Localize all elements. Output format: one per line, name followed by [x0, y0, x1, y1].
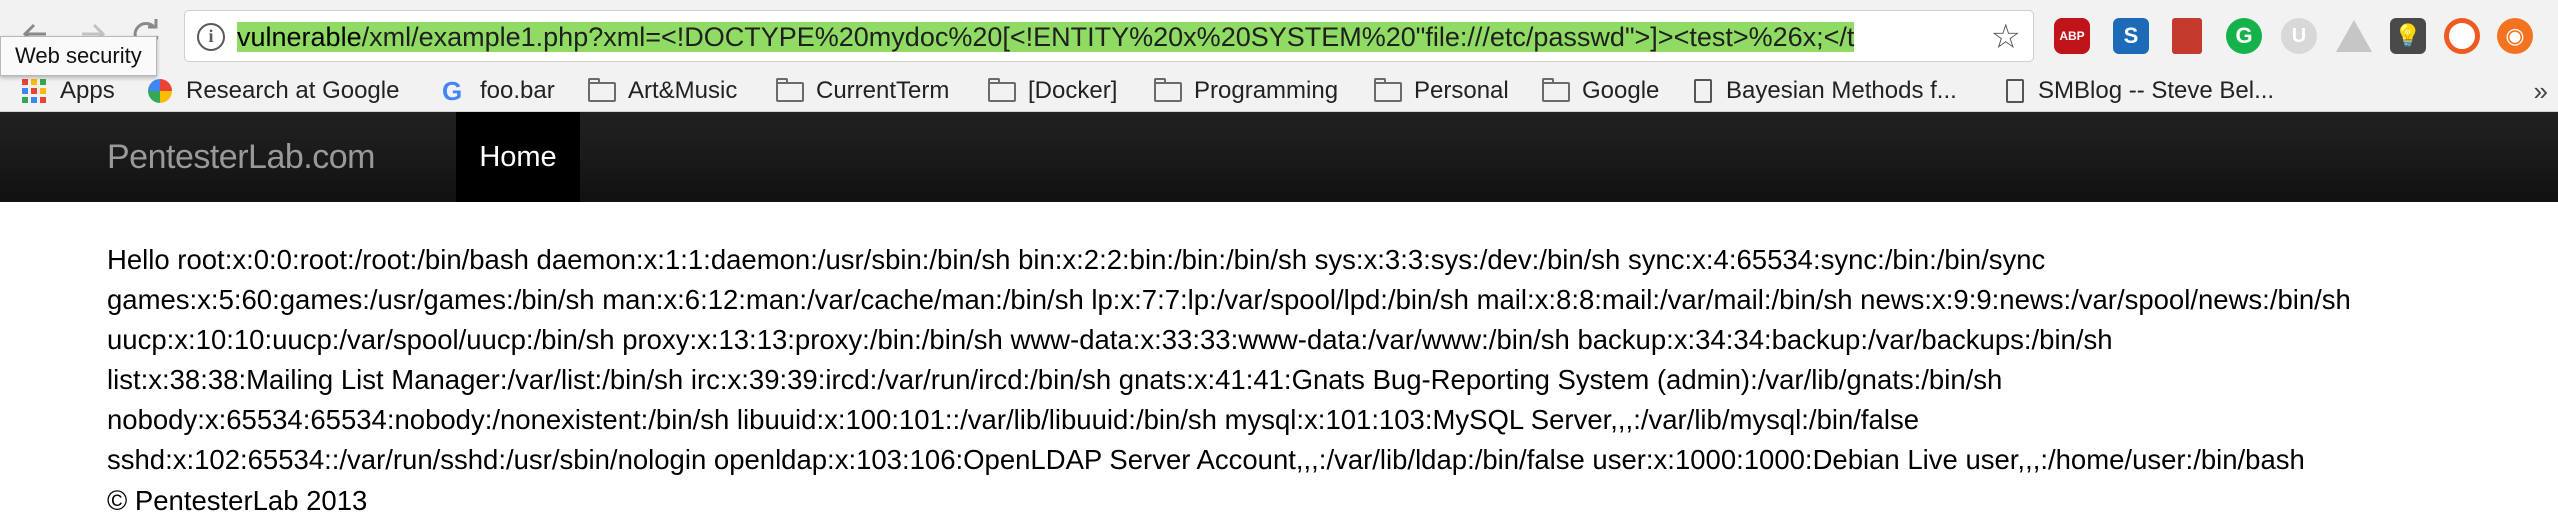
bookmarks-bar: Apps Research at Google G foo.bar Art&Mu…: [0, 72, 2558, 112]
url-path: /xml/example1.php?xml=<!DOCTYPE%20mydoc%…: [361, 22, 1855, 52]
bookmark-personal[interactable]: Personal: [1374, 72, 1509, 112]
bookmark-google[interactable]: Google: [1542, 72, 1659, 112]
content-line: sshd:x:102:65534::/var/run/sshd:/usr/sbi…: [107, 444, 2305, 475]
folder-icon: [1542, 78, 1570, 102]
bookmark-label: CurrentTerm: [816, 77, 950, 104]
folder-icon: [588, 78, 616, 102]
site-info-icon[interactable]: i: [197, 23, 225, 51]
bookmark-smblog[interactable]: SMBlog -- Steve Bel...: [2006, 72, 2274, 112]
bookmark-label: Personal: [1414, 77, 1509, 104]
content-line: nobody:x:65534:65534:nobody:/nonexistent…: [107, 404, 1919, 435]
content-line: games:x:5:60:games:/usr/games:/bin/sh ma…: [107, 284, 2351, 315]
research-icon: [148, 79, 172, 103]
book-icon[interactable]: [2172, 18, 2202, 54]
page-icon: [1694, 79, 1712, 103]
site-brand[interactable]: PentesterLab.com: [107, 112, 375, 202]
s-extension-icon[interactable]: S: [2113, 18, 2149, 54]
bookmark-label: Research at Google: [186, 77, 400, 104]
bookmark-label: Art&Music: [628, 77, 738, 104]
bulb-icon[interactable]: 💡: [2390, 18, 2426, 54]
page-content: Hello root:x:0:0:root:/root:/bin/bash da…: [107, 240, 2527, 480]
abp-icon[interactable]: ABP: [2054, 18, 2090, 54]
bookmark-current-term[interactable]: CurrentTerm: [776, 72, 949, 112]
bookmark-label: SMBlog -- Steve Bel...: [2038, 77, 2275, 104]
url-text[interactable]: vulnerable/xml/example1.php?xml=<!DOCTYP…: [237, 19, 1977, 55]
footer-copyright: © PentesterLab 2013: [107, 485, 368, 516]
bookmark-label: foo.bar: [480, 77, 555, 104]
drive-icon[interactable]: [2336, 20, 2372, 52]
bookmark-label: Google: [1582, 77, 1660, 104]
bookmark-art-music[interactable]: Art&Music: [588, 72, 737, 112]
orange-extension-icon[interactable]: ◉: [2497, 18, 2533, 54]
bookmark-programming[interactable]: Programming: [1154, 72, 1338, 112]
apps-icon: [22, 79, 48, 103]
bookmark-foo-bar[interactable]: G foo.bar: [442, 72, 555, 112]
bookmark-label: [Docker]: [1028, 77, 1118, 104]
content-line: Hello root:x:0:0:root:/root:/bin/bash da…: [107, 244, 2046, 275]
content-line: uucp:x:10:10:uucp:/var/spool/uucp:/bin/s…: [107, 324, 2113, 355]
bookmark-label: Apps: [60, 77, 115, 104]
folder-icon: [988, 78, 1016, 102]
bookmark-label: Programming: [1194, 77, 1339, 104]
folder-icon: [776, 78, 804, 102]
grammarly-icon[interactable]: G: [2226, 18, 2262, 54]
site-navbar: PentesterLab.com Home: [0, 112, 2558, 202]
folder-icon: [1374, 78, 1402, 102]
google-g-icon: G: [442, 76, 463, 106]
folder-icon: [1154, 78, 1182, 102]
tooltip-web-security: Web security: [0, 36, 157, 76]
u-extension-icon[interactable]: U: [2281, 18, 2317, 54]
nav-home-link[interactable]: Home: [456, 112, 580, 202]
browser-toolbar: i vulnerable/xml/example1.php?xml=<!DOCT…: [0, 0, 2558, 76]
content-line: list:x:38:38:Mailing List Manager:/var/l…: [107, 364, 2003, 395]
bookmark-bayesian-methods[interactable]: Bayesian Methods f...: [1694, 72, 1957, 112]
ring-icon[interactable]: [2444, 18, 2480, 54]
address-bar[interactable]: i vulnerable/xml/example1.php?xml=<!DOCT…: [184, 10, 2034, 62]
bookmark-label: Bayesian Methods f...: [1726, 77, 1957, 104]
more-bookmarks-icon[interactable]: »: [2534, 72, 2548, 110]
bookmark-docker[interactable]: [Docker]: [988, 72, 1117, 112]
bookmark-apps[interactable]: Apps: [22, 72, 115, 112]
bookmark-research-at-google[interactable]: Research at Google: [148, 72, 399, 112]
bookmark-star-icon[interactable]: ☆: [1991, 19, 2021, 55]
page-icon: [2006, 79, 2024, 103]
url-host: vulnerable: [237, 22, 362, 52]
